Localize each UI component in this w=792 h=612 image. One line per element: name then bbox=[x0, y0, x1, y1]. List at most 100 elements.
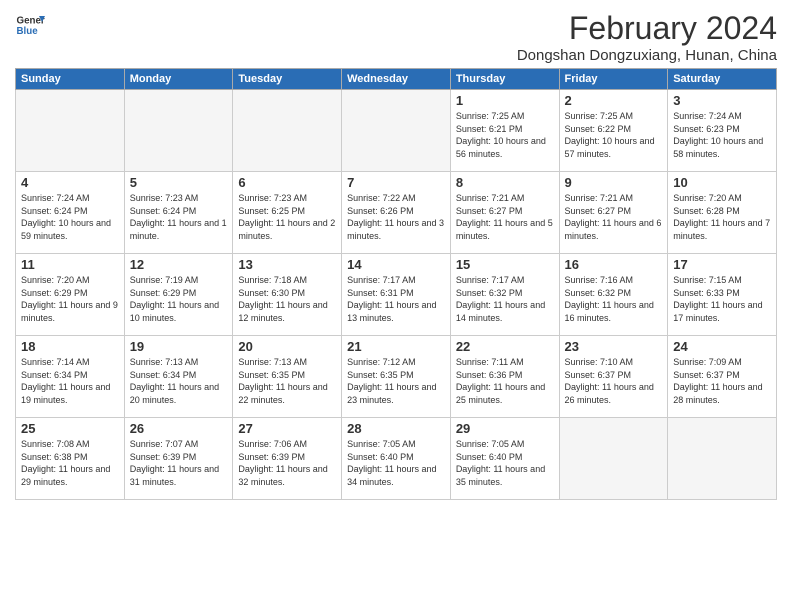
logo: General Blue bbox=[15, 10, 45, 40]
day-cell: 21Sunrise: 7:12 AM Sunset: 6:35 PM Dayli… bbox=[342, 336, 451, 418]
day-cell: 2 Sunrise: 7:25 AM Sunset: 6:22 PM Daylig… bbox=[559, 90, 668, 172]
location: Dongshan Dongzuxiang, Hunan, China bbox=[517, 47, 777, 64]
week-row-2: 11Sunrise: 7:20 AM Sunset: 6:29 PM Dayli… bbox=[16, 254, 777, 336]
day-number: 5 bbox=[130, 175, 228, 190]
day-number: 2 bbox=[565, 93, 663, 108]
day-info: Sunrise: 7:05 AM Sunset: 6:40 PM Dayligh… bbox=[456, 438, 554, 488]
day-cell: 25 Sunrise: 7:08 AM Sunset: 6:38 PM Dayli… bbox=[16, 418, 125, 500]
day-cell: 23 Sunrise: 7:10 AM Sunset: 6:37 PM Dayli… bbox=[559, 336, 668, 418]
day-info: Sunrise: 7:12 AM Sunset: 6:35 PM Dayligh… bbox=[347, 356, 445, 406]
day-info: Sunrise: 7:15 AM Sunset: 6:33 PM Dayligh… bbox=[673, 274, 771, 324]
day-cell: 22 Sunrise: 7:11 AM Sunset: 6:36 PM Dayli… bbox=[450, 336, 559, 418]
day-cell bbox=[16, 90, 125, 172]
day-cell bbox=[559, 418, 668, 500]
day-number: 12 bbox=[130, 257, 228, 272]
day-info: Sunrise: 7:19 AM Sunset: 6:29 PM Dayligh… bbox=[130, 274, 228, 324]
day-cell: 19 Sunrise: 7:13 AM Sunset: 6:34 PM Dayli… bbox=[124, 336, 233, 418]
day-info: Sunrise: 7:24 AM Sunset: 6:24 PM Dayligh… bbox=[21, 192, 119, 242]
day-info: Sunrise: 7:06 AM Sunset: 6:39 PM Dayligh… bbox=[238, 438, 336, 488]
logo-icon: General Blue bbox=[15, 10, 45, 40]
day-cell: 3Sunrise: 7:24 AM Sunset: 6:23 PM Daylig… bbox=[668, 90, 777, 172]
day-info: Sunrise: 7:21 AM Sunset: 6:27 PM Dayligh… bbox=[456, 192, 554, 242]
day-cell: 14 Sunrise: 7:17 AM Sunset: 6:31 PM Dayli… bbox=[342, 254, 451, 336]
day-cell: 29 Sunrise: 7:05 AM Sunset: 6:40 PM Dayli… bbox=[450, 418, 559, 500]
day-info: Sunrise: 7:11 AM Sunset: 6:36 PM Dayligh… bbox=[456, 356, 554, 406]
day-info: Sunrise: 7:05 AM Sunset: 6:40 PM Dayligh… bbox=[347, 438, 445, 488]
day-number: 20 bbox=[238, 339, 336, 354]
month-title: February 2024 bbox=[517, 10, 777, 47]
col-wednesday: Wednesday bbox=[342, 69, 451, 90]
day-cell: 1Sunrise: 7:25 AM Sunset: 6:21 PM Daylig… bbox=[450, 90, 559, 172]
day-cell: 11Sunrise: 7:20 AM Sunset: 6:29 PM Dayli… bbox=[16, 254, 125, 336]
day-cell bbox=[668, 418, 777, 500]
day-cell: 26 Sunrise: 7:07 AM Sunset: 6:39 PM Dayli… bbox=[124, 418, 233, 500]
day-number: 19 bbox=[130, 339, 228, 354]
day-info: Sunrise: 7:25 AM Sunset: 6:22 PM Dayligh… bbox=[565, 110, 663, 160]
day-number: 26 bbox=[130, 421, 228, 436]
day-cell: 15Sunrise: 7:17 AM Sunset: 6:32 PM Dayli… bbox=[450, 254, 559, 336]
col-thursday: Thursday bbox=[450, 69, 559, 90]
day-cell bbox=[233, 90, 342, 172]
day-cell: 17 Sunrise: 7:15 AM Sunset: 6:33 PM Dayli… bbox=[668, 254, 777, 336]
title-block: February 2024 Dongshan Dongzuxiang, Huna… bbox=[517, 10, 777, 64]
col-tuesday: Tuesday bbox=[233, 69, 342, 90]
day-number: 22 bbox=[456, 339, 554, 354]
day-info: Sunrise: 7:08 AM Sunset: 6:38 PM Dayligh… bbox=[21, 438, 119, 488]
day-cell: 16 Sunrise: 7:16 AM Sunset: 6:32 PM Dayli… bbox=[559, 254, 668, 336]
week-row-0: 1Sunrise: 7:25 AM Sunset: 6:21 PM Daylig… bbox=[16, 90, 777, 172]
day-number: 14 bbox=[347, 257, 445, 272]
day-number: 17 bbox=[673, 257, 771, 272]
day-number: 1 bbox=[456, 93, 554, 108]
day-info: Sunrise: 7:14 AM Sunset: 6:34 PM Dayligh… bbox=[21, 356, 119, 406]
day-info: Sunrise: 7:22 AM Sunset: 6:26 PM Dayligh… bbox=[347, 192, 445, 242]
day-info: Sunrise: 7:20 AM Sunset: 6:28 PM Dayligh… bbox=[673, 192, 771, 242]
day-number: 25 bbox=[21, 421, 119, 436]
day-info: Sunrise: 7:18 AM Sunset: 6:30 PM Dayligh… bbox=[238, 274, 336, 324]
day-number: 8 bbox=[456, 175, 554, 190]
day-number: 7 bbox=[347, 175, 445, 190]
day-info: Sunrise: 7:16 AM Sunset: 6:32 PM Dayligh… bbox=[565, 274, 663, 324]
col-saturday: Saturday bbox=[668, 69, 777, 90]
calendar-table: Sunday Monday Tuesday Wednesday Thursday… bbox=[15, 68, 777, 500]
day-number: 28 bbox=[347, 421, 445, 436]
day-info: Sunrise: 7:13 AM Sunset: 6:35 PM Dayligh… bbox=[238, 356, 336, 406]
day-info: Sunrise: 7:10 AM Sunset: 6:37 PM Dayligh… bbox=[565, 356, 663, 406]
day-number: 4 bbox=[21, 175, 119, 190]
day-number: 18 bbox=[21, 339, 119, 354]
col-sunday: Sunday bbox=[16, 69, 125, 90]
day-info: Sunrise: 7:17 AM Sunset: 6:32 PM Dayligh… bbox=[456, 274, 554, 324]
day-info: Sunrise: 7:13 AM Sunset: 6:34 PM Dayligh… bbox=[130, 356, 228, 406]
week-row-4: 25 Sunrise: 7:08 AM Sunset: 6:38 PM Dayli… bbox=[16, 418, 777, 500]
day-number: 24 bbox=[673, 339, 771, 354]
day-number: 11 bbox=[21, 257, 119, 272]
day-info: Sunrise: 7:23 AM Sunset: 6:24 PM Dayligh… bbox=[130, 192, 228, 242]
day-cell: 20 Sunrise: 7:13 AM Sunset: 6:35 PM Dayli… bbox=[233, 336, 342, 418]
week-row-1: 4 Sunrise: 7:24 AM Sunset: 6:24 PM Daylig… bbox=[16, 172, 777, 254]
day-number: 29 bbox=[456, 421, 554, 436]
day-info: Sunrise: 7:23 AM Sunset: 6:25 PM Dayligh… bbox=[238, 192, 336, 242]
day-cell: 27Sunrise: 7:06 AM Sunset: 6:39 PM Dayli… bbox=[233, 418, 342, 500]
day-number: 13 bbox=[238, 257, 336, 272]
day-cell: 6Sunrise: 7:23 AM Sunset: 6:25 PM Daylig… bbox=[233, 172, 342, 254]
day-info: Sunrise: 7:07 AM Sunset: 6:39 PM Dayligh… bbox=[130, 438, 228, 488]
col-monday: Monday bbox=[124, 69, 233, 90]
day-cell: 7 Sunrise: 7:22 AM Sunset: 6:26 PM Daylig… bbox=[342, 172, 451, 254]
col-friday: Friday bbox=[559, 69, 668, 90]
day-cell: 9Sunrise: 7:21 AM Sunset: 6:27 PM Daylig… bbox=[559, 172, 668, 254]
day-number: 9 bbox=[565, 175, 663, 190]
day-cell: 8 Sunrise: 7:21 AM Sunset: 6:27 PM Daylig… bbox=[450, 172, 559, 254]
day-cell bbox=[124, 90, 233, 172]
day-cell: 24Sunrise: 7:09 AM Sunset: 6:37 PM Dayli… bbox=[668, 336, 777, 418]
day-cell bbox=[342, 90, 451, 172]
day-cell: 12 Sunrise: 7:19 AM Sunset: 6:29 PM Dayli… bbox=[124, 254, 233, 336]
day-cell: 18 Sunrise: 7:14 AM Sunset: 6:34 PM Dayli… bbox=[16, 336, 125, 418]
day-info: Sunrise: 7:17 AM Sunset: 6:31 PM Dayligh… bbox=[347, 274, 445, 324]
day-cell: 10 Sunrise: 7:20 AM Sunset: 6:28 PM Dayli… bbox=[668, 172, 777, 254]
day-number: 16 bbox=[565, 257, 663, 272]
header-row: Sunday Monday Tuesday Wednesday Thursday… bbox=[16, 69, 777, 90]
day-info: Sunrise: 7:24 AM Sunset: 6:23 PM Dayligh… bbox=[673, 110, 771, 160]
svg-text:Blue: Blue bbox=[17, 26, 39, 37]
day-number: 23 bbox=[565, 339, 663, 354]
day-cell: 13 Sunrise: 7:18 AM Sunset: 6:30 PM Dayli… bbox=[233, 254, 342, 336]
day-number: 10 bbox=[673, 175, 771, 190]
